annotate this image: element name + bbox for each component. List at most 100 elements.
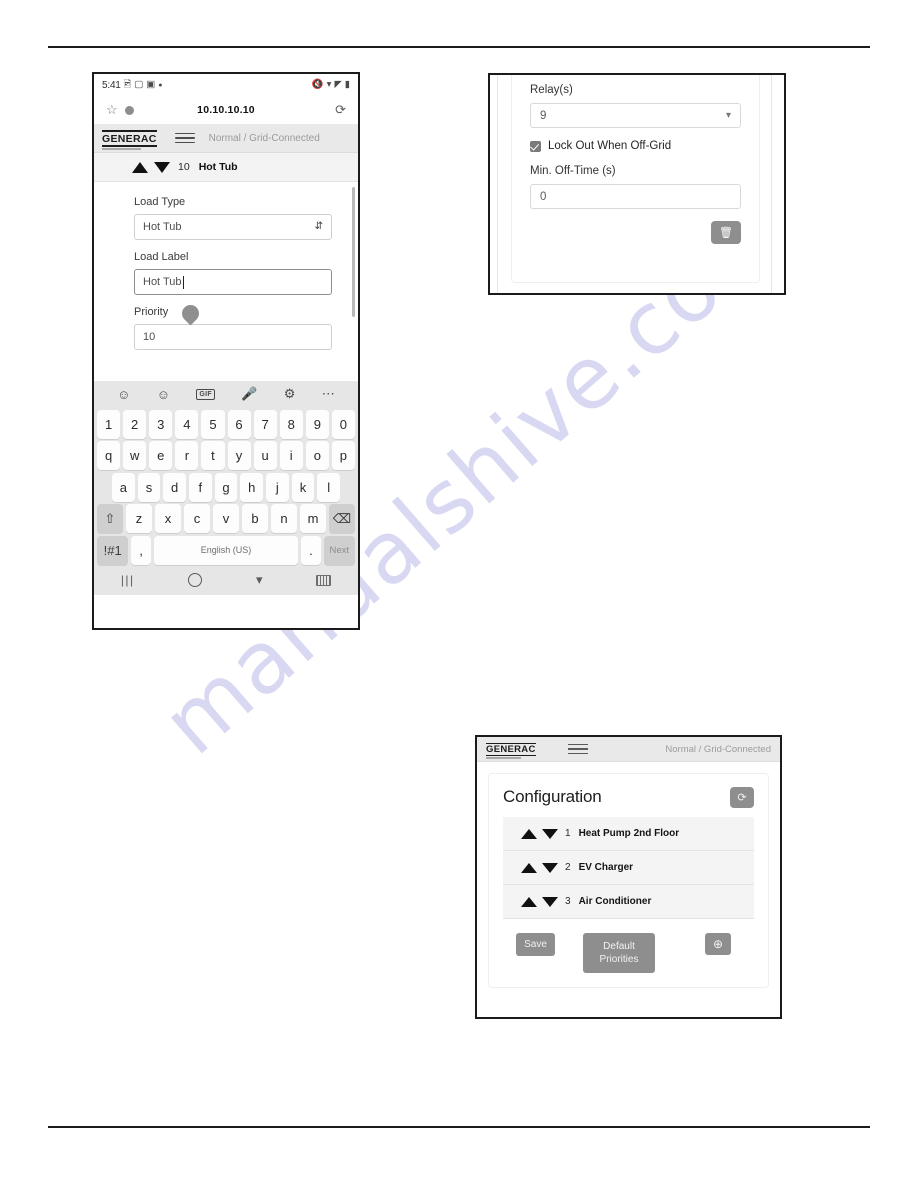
chevron-down-icon[interactable]: ▾ (726, 110, 731, 121)
row-name: Air Conditioner (578, 896, 652, 907)
sticker-icon[interactable]: ☺ (157, 387, 170, 402)
load-type-select[interactable]: Hot Tub ⇵ (134, 214, 332, 240)
gear-icon[interactable]: ⚙ (284, 386, 296, 402)
key[interactable]: n (271, 504, 297, 533)
key[interactable]: c (184, 504, 210, 533)
webview-scrollbar[interactable] (352, 187, 355, 317)
key[interactable]: v (213, 504, 239, 533)
load-label-input[interactable]: Hot Tub (134, 269, 332, 295)
lockout-checkbox-row[interactable]: Lock Out When Off-Grid (530, 140, 741, 152)
shift-key[interactable]: ⇧ (97, 504, 123, 533)
gallery-icon: ▣ (146, 79, 156, 91)
microphone-icon[interactable]: 🎤 (241, 386, 257, 402)
list-item[interactable]: 3 Air Conditioner (503, 885, 754, 919)
recents-icon[interactable]: ||| (121, 573, 135, 587)
updown-spinner-icon[interactable]: ⇵ (315, 222, 323, 232)
default-priorities-button[interactable]: Default Priorities (583, 933, 655, 973)
key[interactable]: 8 (279, 409, 303, 439)
list-item[interactable]: 1 Heat Pump 2nd Floor (503, 817, 754, 851)
key[interactable]: 0 (331, 409, 355, 439)
relay-select[interactable]: 9 ▾ (530, 103, 741, 128)
key[interactable]: 9 (305, 409, 329, 439)
priority-input[interactable]: 10 (134, 324, 332, 350)
key[interactable]: q (97, 441, 121, 470)
load-type-value: Hot Tub (143, 221, 182, 233)
app-status-text: Normal / Grid-Connected (208, 132, 320, 144)
spacebar-key[interactable]: English (US) (153, 535, 299, 565)
add-load-button[interactable]: ⊕ (705, 933, 731, 955)
key[interactable]: d (163, 472, 186, 502)
load-row-header[interactable]: 10 Hot Tub (94, 153, 358, 182)
triangle-up-icon[interactable] (521, 896, 537, 907)
backspace-key[interactable]: ⌫ (329, 504, 355, 533)
triangle-down-icon[interactable] (542, 896, 558, 907)
browser-url-bar[interactable]: ☆ 10.10.10.10 ⟳ (94, 96, 358, 124)
home-icon[interactable] (188, 573, 203, 587)
next-key[interactable]: Next (323, 535, 355, 565)
key[interactable]: s (137, 472, 161, 502)
key[interactable]: 5 (201, 409, 225, 439)
offtime-input[interactable]: 0 (530, 184, 741, 209)
key[interactable]: 3 (149, 409, 173, 439)
hamburger-icon[interactable] (174, 130, 195, 147)
key[interactable]: 2 (123, 409, 147, 439)
android-nav-bar: ||| ▾ (94, 567, 358, 593)
key[interactable]: t (201, 441, 225, 470)
comma-key[interactable]: , (131, 535, 151, 565)
key[interactable]: o (305, 441, 329, 470)
load-priority-number: 10 (178, 161, 190, 173)
url-text[interactable]: 10.10.10.10 (94, 104, 358, 116)
refresh-icon[interactable]: ⟳ (730, 787, 754, 808)
key[interactable]: g (214, 472, 238, 502)
emoji-icon[interactable]: ☺ (117, 387, 130, 402)
triangle-up-icon[interactable] (521, 862, 537, 873)
collapse-keyboard-icon[interactable]: ▾ (256, 572, 263, 588)
relay-value: 9 (540, 109, 547, 122)
key[interactable]: m (300, 504, 326, 533)
more-icon[interactable]: ⋯ (322, 386, 335, 402)
key[interactable]: p (331, 441, 355, 470)
gif-icon[interactable]: GIF (196, 388, 215, 400)
keyboard-row-lower: ⇧ z x c v b n m ⌫ (97, 504, 355, 533)
triangle-down-icon[interactable] (542, 828, 558, 839)
triangle-down-icon[interactable] (542, 862, 558, 873)
list-item[interactable]: 2 EV Charger (503, 851, 754, 885)
key[interactable]: a (111, 472, 135, 502)
key[interactable]: l (317, 472, 341, 502)
lockout-checkbox[interactable] (530, 140, 541, 152)
keyboard-row-numbers: 1 2 3 4 5 6 7 8 9 0 (97, 409, 355, 439)
symbols-key[interactable]: !#1 (97, 535, 129, 565)
key[interactable]: f (189, 472, 212, 502)
key[interactable]: h (240, 472, 264, 502)
key[interactable]: z (126, 504, 152, 533)
mute-icon: 🔇 (311, 79, 324, 91)
key[interactable]: 4 (175, 409, 199, 439)
relay-settings-card: Relay(s) 9 ▾ Lock Out When Off-Grid Min.… (511, 75, 760, 283)
key[interactable]: x (155, 504, 181, 533)
config-app-header: GENERAC Normal / Grid-Connected (477, 737, 780, 762)
keyboard-switch-icon[interactable] (316, 574, 332, 586)
key[interactable]: k (291, 472, 315, 502)
app-header: GENERAC Normal / Grid-Connected (94, 124, 358, 153)
lockout-label: Lock Out When Off-Grid (548, 140, 672, 152)
key[interactable]: e (149, 441, 173, 470)
key[interactable]: 1 (97, 409, 121, 439)
save-button[interactable]: Save (516, 933, 555, 956)
key[interactable]: w (123, 441, 147, 470)
battery-icon: ▮ (344, 79, 350, 91)
triangle-up-icon[interactable] (132, 161, 148, 173)
key[interactable]: i (279, 441, 303, 470)
key[interactable]: u (253, 441, 277, 470)
key[interactable]: 7 (253, 409, 277, 439)
load-type-label: Load Type (134, 196, 186, 208)
hamburger-icon[interactable] (567, 741, 588, 758)
key[interactable]: r (175, 441, 199, 470)
key[interactable]: 6 (227, 409, 251, 439)
triangle-down-icon[interactable] (154, 161, 170, 173)
key[interactable]: b (242, 504, 268, 533)
triangle-up-icon[interactable] (521, 828, 537, 839)
key[interactable]: y (227, 441, 251, 470)
key[interactable]: j (266, 472, 289, 502)
period-key[interactable]: . (301, 535, 321, 565)
trash-icon[interactable]: 🗑 (711, 221, 741, 244)
